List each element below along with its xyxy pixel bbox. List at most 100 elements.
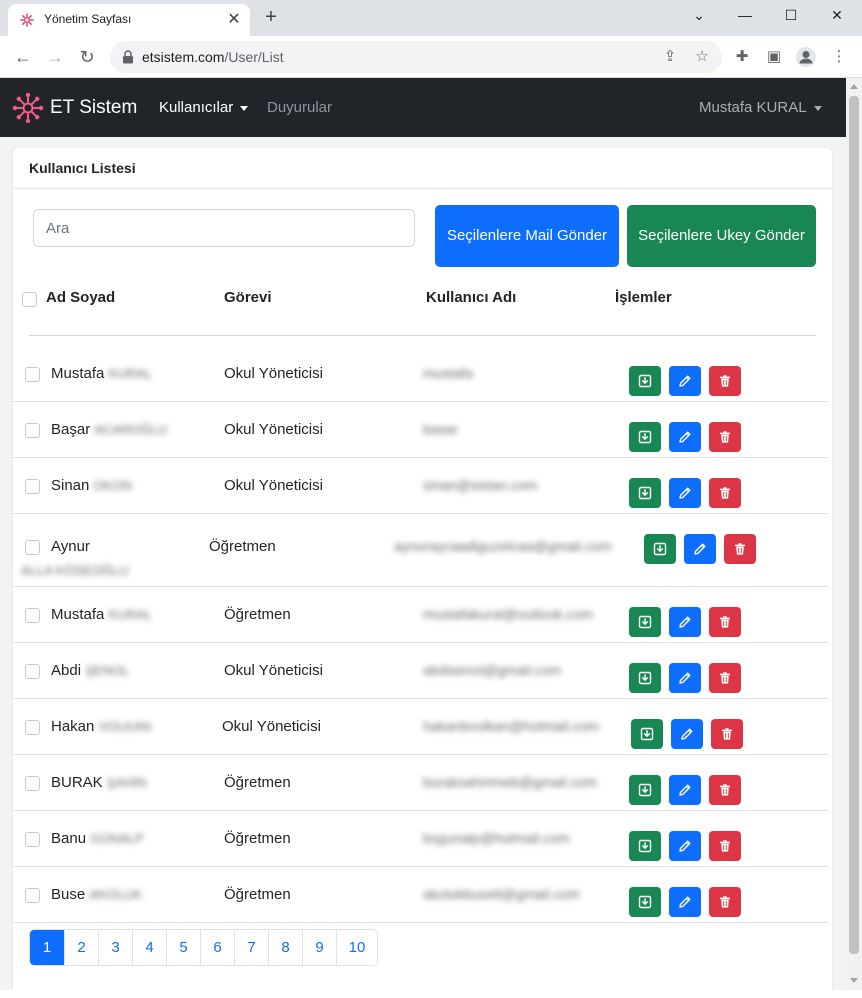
bookmark-star-icon[interactable]: ☆ bbox=[692, 47, 712, 67]
edit-button[interactable] bbox=[671, 719, 703, 749]
table-row: BURAK ŞAHİN Öğretmen buraksahinmeb@gmail… bbox=[13, 755, 828, 811]
delete-button[interactable] bbox=[709, 607, 741, 637]
address-bar[interactable]: etsistem.com/User/List ⇪ ☆ bbox=[110, 41, 722, 73]
trash-icon bbox=[718, 615, 732, 629]
download-button[interactable] bbox=[629, 607, 661, 637]
delete-button[interactable] bbox=[709, 887, 741, 917]
reload-icon[interactable]: ↻ bbox=[74, 44, 100, 70]
download-button[interactable] bbox=[629, 478, 661, 508]
page-link-8[interactable]: 8 bbox=[268, 930, 302, 965]
delete-button[interactable] bbox=[709, 663, 741, 693]
row-select-checkbox[interactable] bbox=[25, 888, 40, 903]
user-username: mustafa bbox=[423, 365, 473, 381]
user-full-name: Başar ACAROĞLU bbox=[51, 421, 168, 438]
download-button[interactable] bbox=[629, 775, 661, 805]
tab-close-icon[interactable]: ✕ bbox=[224, 10, 244, 30]
edit-button[interactable] bbox=[669, 775, 701, 805]
download-button[interactable] bbox=[629, 366, 661, 396]
row-select-checkbox[interactable] bbox=[25, 720, 40, 735]
user-username: bsgunalp@hotmail.com bbox=[423, 830, 570, 846]
brand[interactable]: ET Sistem bbox=[12, 92, 137, 124]
user-full-name: Mustafa KURAL bbox=[51, 365, 152, 382]
row-select-checkbox[interactable] bbox=[25, 664, 40, 679]
delete-button[interactable] bbox=[709, 422, 741, 452]
maximize-icon[interactable]: ☐ bbox=[768, 0, 814, 30]
scroll-down-arrow-icon[interactable] bbox=[850, 978, 858, 983]
select-all-checkbox[interactable] bbox=[22, 292, 37, 307]
extensions-icon[interactable]: ✚ bbox=[731, 46, 753, 68]
trash-icon bbox=[718, 486, 732, 500]
nav-users-dropdown[interactable]: Kullanıcılar bbox=[159, 99, 249, 116]
minimize-icon[interactable]: — bbox=[722, 0, 768, 30]
trash-icon bbox=[733, 542, 747, 556]
column-header-role[interactable]: Görevi bbox=[224, 289, 272, 306]
page-link-7[interactable]: 7 bbox=[234, 930, 268, 965]
edit-button[interactable] bbox=[669, 422, 701, 452]
download-button[interactable] bbox=[631, 719, 663, 749]
user-menu-dropdown[interactable]: Mustafa KURAL bbox=[699, 99, 822, 116]
page-link-4[interactable]: 4 bbox=[132, 930, 166, 965]
edit-button[interactable] bbox=[684, 534, 716, 564]
row-select-checkbox[interactable] bbox=[25, 479, 40, 494]
delete-button[interactable] bbox=[709, 366, 741, 396]
trash-icon bbox=[720, 727, 734, 741]
search-input[interactable] bbox=[33, 209, 415, 247]
send-ukey-selected-button[interactable]: Seçilenlere Ukey Gönder bbox=[627, 205, 816, 267]
row-select-checkbox[interactable] bbox=[25, 776, 40, 791]
delete-button[interactable] bbox=[724, 534, 756, 564]
column-header-name[interactable]: Ad Soyad bbox=[46, 289, 115, 306]
scroll-thumb[interactable] bbox=[849, 96, 859, 954]
table-row: Başar ACAROĞLU Okul Yöneticisi basar bbox=[13, 402, 828, 458]
delete-button[interactable] bbox=[709, 478, 741, 508]
download-icon bbox=[638, 430, 652, 444]
new-tab-icon[interactable]: + bbox=[260, 6, 282, 28]
download-button[interactable] bbox=[629, 422, 661, 452]
page-scrollbar[interactable] bbox=[846, 78, 862, 990]
edit-button[interactable] bbox=[669, 478, 701, 508]
page-link-3[interactable]: 3 bbox=[98, 930, 132, 965]
download-icon bbox=[638, 374, 652, 388]
tab-favicon-icon bbox=[20, 13, 34, 27]
send-mail-selected-button[interactable]: Seçilenlere Mail Gönder bbox=[435, 205, 619, 267]
edit-button[interactable] bbox=[669, 663, 701, 693]
edit-button[interactable] bbox=[669, 887, 701, 917]
download-button[interactable] bbox=[629, 887, 661, 917]
close-window-icon[interactable]: ✕ bbox=[814, 0, 860, 30]
browser-menu-icon[interactable]: ⋮ bbox=[828, 46, 850, 68]
user-role: Öğretmen bbox=[224, 830, 291, 847]
side-panel-icon[interactable]: ▣ bbox=[763, 46, 785, 68]
browser-tab[interactable]: Yönetim Sayfası ✕ bbox=[8, 4, 250, 36]
pencil-icon bbox=[678, 895, 692, 909]
edit-button[interactable] bbox=[669, 366, 701, 396]
edit-button[interactable] bbox=[669, 607, 701, 637]
pagination: 1 2 3 4 5 6 7 8 9 10 bbox=[29, 929, 378, 966]
forward-icon[interactable]: → bbox=[42, 44, 68, 70]
column-header-username[interactable]: Kullanıcı Adı bbox=[426, 289, 516, 306]
page-link-1[interactable]: 1 bbox=[30, 930, 64, 965]
row-select-checkbox[interactable] bbox=[25, 832, 40, 847]
page-link-2[interactable]: 2 bbox=[64, 930, 98, 965]
scroll-up-arrow-icon[interactable] bbox=[850, 84, 858, 89]
nav-announcements[interactable]: Duyurular bbox=[267, 99, 332, 116]
delete-button[interactable] bbox=[711, 719, 743, 749]
download-button[interactable] bbox=[644, 534, 676, 564]
row-select-checkbox[interactable] bbox=[25, 540, 40, 555]
share-icon[interactable]: ⇪ bbox=[660, 47, 680, 67]
edit-button[interactable] bbox=[669, 831, 701, 861]
row-select-checkbox[interactable] bbox=[25, 608, 40, 623]
row-select-checkbox[interactable] bbox=[25, 423, 40, 438]
tab-search-chevron-icon[interactable]: ⌄ bbox=[676, 0, 722, 30]
page-link-6[interactable]: 6 bbox=[200, 930, 234, 965]
pencil-icon bbox=[693, 542, 707, 556]
profile-avatar-icon[interactable] bbox=[795, 46, 817, 68]
page-link-9[interactable]: 9 bbox=[302, 930, 336, 965]
row-select-checkbox[interactable] bbox=[25, 367, 40, 382]
back-icon[interactable]: ← bbox=[10, 44, 36, 70]
download-button[interactable] bbox=[629, 663, 661, 693]
delete-button[interactable] bbox=[709, 775, 741, 805]
download-button[interactable] bbox=[629, 831, 661, 861]
delete-button[interactable] bbox=[709, 831, 741, 861]
page-link-10[interactable]: 10 bbox=[336, 930, 377, 965]
page-link-5[interactable]: 5 bbox=[166, 930, 200, 965]
pencil-icon bbox=[678, 615, 692, 629]
